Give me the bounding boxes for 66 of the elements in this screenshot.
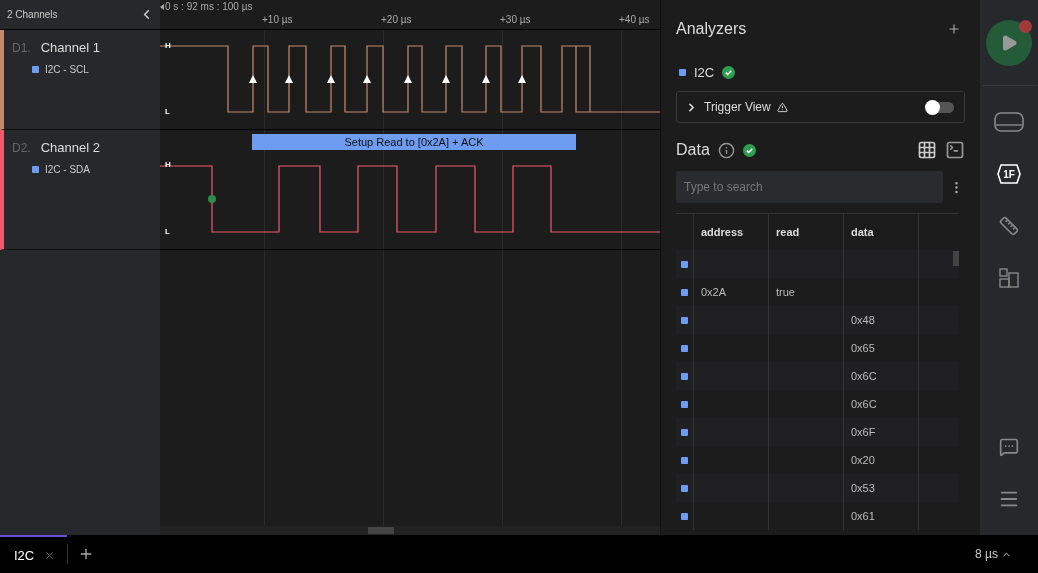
time-tick: +20 µs <box>381 14 412 25</box>
table-cell: 0x53 <box>851 482 875 494</box>
protocol-annotation: Setup Read to [0x2A] + ACK <box>252 134 576 150</box>
channel-header[interactable]: D1. Channel 1 I2C - SCL <box>0 30 160 130</box>
analyzer-label: I2C - SDA <box>45 164 90 175</box>
row-marker <box>681 400 688 408</box>
table-cell: 0x65 <box>851 342 875 354</box>
panel-title: Analyzers <box>676 20 747 38</box>
row-marker <box>681 372 688 380</box>
time-tick: +30 µs <box>500 14 531 25</box>
analyzer-name[interactable]: I2C <box>694 64 715 80</box>
row-marker <box>681 428 688 436</box>
high-label: H <box>165 41 171 50</box>
low-label: L <box>165 107 170 116</box>
row-marker <box>681 512 688 520</box>
table-view-button[interactable] <box>917 140 937 160</box>
ruler-icon <box>999 216 1019 236</box>
trigger-label: Trigger View <box>704 100 771 114</box>
channel-index: D2. <box>12 141 31 155</box>
analyzer-label: I2C - SCL <box>45 64 89 75</box>
high-label: H <box>165 160 171 169</box>
check-icon <box>742 143 756 157</box>
add-tab-button[interactable] <box>78 546 94 562</box>
scrollbar[interactable] <box>160 526 660 535</box>
triangle-icon <box>160 4 164 10</box>
row-marker <box>681 456 688 464</box>
table-cell: true <box>776 286 795 298</box>
zoom-level[interactable]: 8 µs <box>969 546 1018 562</box>
channel-header[interactable]: D2. Channel 2 I2C - SDA <box>0 130 160 250</box>
channel-name: Channel 2 <box>40 140 100 155</box>
table-cell: 0x61 <box>851 510 875 522</box>
table-cell: 0x48 <box>851 314 875 326</box>
row-marker <box>681 260 688 268</box>
section-title: Data <box>676 141 710 159</box>
table-cell: 0x6C <box>851 398 877 410</box>
play-button[interactable] <box>986 20 1032 66</box>
search-field[interactable]: Type to search <box>676 171 943 203</box>
table-cell: 0x6F <box>851 426 876 438</box>
play-icon <box>1000 34 1018 52</box>
low-label: L <box>165 227 170 236</box>
channel-index: D1. <box>12 41 31 55</box>
row-marker <box>681 288 688 296</box>
row-marker <box>681 484 688 492</box>
warning-icon <box>776 101 788 113</box>
info-icon[interactable] <box>717 141 735 159</box>
timeline-start: 0 s : 92 ms : 100 µs <box>165 1 253 12</box>
channel-count: 2 Channels <box>7 9 58 20</box>
add-button[interactable] <box>947 22 961 36</box>
close-icon[interactable] <box>44 549 56 561</box>
hexagon-icon <box>997 164 1021 184</box>
toggle-switch[interactable] <box>926 101 954 113</box>
scrollbar-thumb[interactable] <box>953 251 959 266</box>
channel-name: Channel 1 <box>40 40 100 55</box>
analyzer-button[interactable]: 1F <box>989 158 1029 190</box>
time-tick: +10 µs <box>262 14 293 25</box>
check-icon <box>722 65 736 79</box>
row-marker <box>681 344 688 352</box>
time-tick: +40 µs <box>619 14 650 25</box>
row-marker <box>681 316 688 324</box>
table-cell: 0x2A <box>701 286 727 298</box>
device-icon <box>994 112 1024 132</box>
chat-icon <box>999 437 1019 457</box>
terminal-button[interactable] <box>945 140 965 160</box>
squares-icon <box>999 268 1019 288</box>
table-cell: 0x20 <box>851 454 875 466</box>
table-cell: 0x6C <box>851 370 877 382</box>
